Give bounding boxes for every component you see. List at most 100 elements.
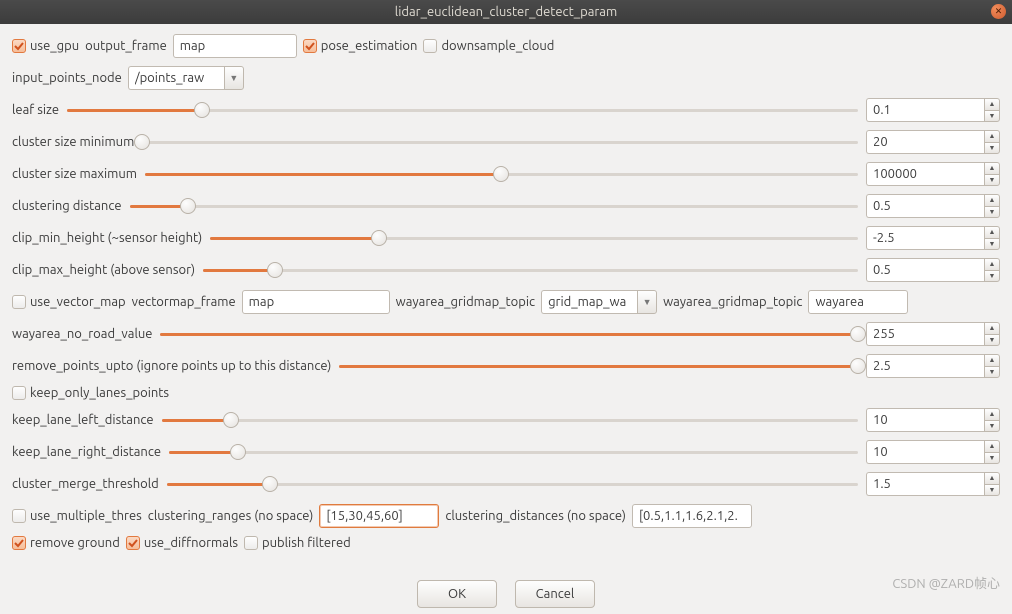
slider1-0-label: leaf size xyxy=(12,103,59,117)
slider1-2-spin[interactable]: ▲▼ xyxy=(866,162,1000,186)
input-points-input[interactable] xyxy=(128,66,224,90)
cancel-button[interactable]: Cancel xyxy=(515,580,595,608)
slider1-0-spin[interactable]: ▲▼ xyxy=(866,98,1000,122)
wayarea-gridmap-topic-label: wayarea_gridmap_topic xyxy=(396,295,535,309)
slider2-0-slider[interactable] xyxy=(160,326,858,342)
slider1-4-value[interactable] xyxy=(866,226,984,250)
output-frame-label: output_frame xyxy=(85,39,167,53)
slider3-1-value[interactable] xyxy=(866,440,984,464)
use-diffnormals-label: use_diffnormals xyxy=(144,536,238,550)
ok-button[interactable]: OK xyxy=(417,580,497,608)
slider1-5-slider[interactable] xyxy=(203,262,858,278)
slider1-4-spin[interactable]: ▲▼ xyxy=(866,226,1000,250)
caret-up-icon[interactable]: ▲ xyxy=(984,98,1000,110)
wayarea-gridmap-topic-combo[interactable]: ▼ xyxy=(541,290,657,314)
use-multiple-thres-checkbox[interactable]: use_multiple_thres xyxy=(12,509,142,523)
slider3-1-slider[interactable] xyxy=(169,444,858,460)
use-gpu-label: use_gpu xyxy=(30,39,79,53)
slider1-3-value[interactable] xyxy=(866,194,984,218)
clustering-distances-input[interactable] xyxy=(632,504,752,528)
wayarea-gridmap-topic2-input[interactable] xyxy=(808,290,908,314)
pose-estimation-checkbox[interactable]: pose_estimation xyxy=(303,39,418,53)
downsample-cloud-checkbox[interactable]: downsample_cloud xyxy=(423,39,554,53)
use-vector-map-label: use_vector_map xyxy=(30,295,126,309)
close-icon[interactable]: ✕ xyxy=(991,4,1006,19)
slider3-0-slider[interactable] xyxy=(162,412,858,428)
caret-up-icon[interactable]: ▲ xyxy=(984,194,1000,206)
slider1-3-slider[interactable] xyxy=(130,198,858,214)
remove-ground-checkbox[interactable]: remove ground xyxy=(12,536,120,550)
vectormap-frame-input[interactable] xyxy=(242,290,390,314)
output-frame-input[interactable] xyxy=(173,34,297,58)
slider1-1-value[interactable] xyxy=(866,130,984,154)
slider1-2-value[interactable] xyxy=(866,162,984,186)
caret-up-icon[interactable]: ▲ xyxy=(984,472,1000,484)
clustering-distances-label: clustering_distances (no space) xyxy=(445,509,626,523)
slider1-1-spin[interactable]: ▲▼ xyxy=(866,130,1000,154)
slider2-0-spin[interactable]: ▲▼ xyxy=(866,322,1000,346)
wayarea-gridmap-topic-input[interactable] xyxy=(541,290,637,314)
keep-only-lanes-checkbox[interactable]: keep_only_lanes_points xyxy=(12,386,169,400)
caret-down-icon[interactable]: ▼ xyxy=(984,238,1000,251)
slider3-1-label: keep_lane_right_distance xyxy=(12,445,161,459)
use-gpu-checkbox[interactable]: use_gpu xyxy=(12,39,79,53)
slider3-2-slider[interactable] xyxy=(167,476,858,492)
use-diffnormals-checkbox[interactable]: use_diffnormals xyxy=(126,536,238,550)
caret-down-icon[interactable]: ▼ xyxy=(984,174,1000,187)
caret-down-icon[interactable]: ▼ xyxy=(984,142,1000,155)
caret-down-icon[interactable]: ▼ xyxy=(984,484,1000,497)
caret-down-icon[interactable]: ▼ xyxy=(984,452,1000,465)
window-title: lidar_euclidean_cluster_detect_param xyxy=(395,5,617,19)
slider3-0-spin[interactable]: ▲▼ xyxy=(866,408,1000,432)
slider1-3-spin[interactable]: ▲▼ xyxy=(866,194,1000,218)
chevron-down-icon[interactable]: ▼ xyxy=(637,290,657,314)
publish-filtered-label: publish filtered xyxy=(262,536,351,550)
slider2-1-slider[interactable] xyxy=(339,358,858,374)
caret-down-icon[interactable]: ▼ xyxy=(984,366,1000,379)
caret-up-icon[interactable]: ▲ xyxy=(984,440,1000,452)
caret-up-icon[interactable]: ▲ xyxy=(984,354,1000,366)
clustering-ranges-input[interactable] xyxy=(319,504,439,528)
wayarea-gridmap-topic2-label: wayarea_gridmap_topic xyxy=(663,295,802,309)
input-points-combo[interactable]: ▼ xyxy=(128,66,244,90)
watermark: CSDN @ZARD帧心 xyxy=(892,573,1000,592)
caret-down-icon[interactable]: ▼ xyxy=(984,420,1000,433)
caret-up-icon[interactable]: ▲ xyxy=(984,130,1000,142)
slider1-1-label: cluster size minimum xyxy=(12,135,134,149)
caret-down-icon[interactable]: ▼ xyxy=(984,206,1000,219)
slider2-1-spin[interactable]: ▲▼ xyxy=(866,354,1000,378)
caret-up-icon[interactable]: ▲ xyxy=(984,322,1000,334)
slider2-1-value[interactable] xyxy=(866,354,984,378)
caret-up-icon[interactable]: ▲ xyxy=(984,162,1000,174)
slider3-0-value[interactable] xyxy=(866,408,984,432)
slider3-1-spin[interactable]: ▲▼ xyxy=(866,440,1000,464)
caret-up-icon[interactable]: ▲ xyxy=(984,226,1000,238)
use-vector-map-checkbox[interactable]: use_vector_map xyxy=(12,295,126,309)
slider3-2-value[interactable] xyxy=(866,472,984,496)
form: use_gpu output_frame pose_estimation dow… xyxy=(0,24,1012,614)
slider3-0-label: keep_lane_left_distance xyxy=(12,413,154,427)
clustering-ranges-label: clustering_ranges (no space) xyxy=(148,509,314,523)
caret-up-icon[interactable]: ▲ xyxy=(984,258,1000,270)
pose-estimation-label: pose_estimation xyxy=(321,39,418,53)
slider1-0-value[interactable] xyxy=(866,98,984,122)
slider1-2-slider[interactable] xyxy=(145,166,858,182)
caret-down-icon[interactable]: ▼ xyxy=(984,110,1000,123)
slider1-1-slider[interactable] xyxy=(142,134,858,150)
slider1-4-slider[interactable] xyxy=(210,230,858,246)
caret-down-icon[interactable]: ▼ xyxy=(984,334,1000,347)
slider3-2-spin[interactable]: ▲▼ xyxy=(866,472,1000,496)
vectormap-frame-label: vectormap_frame xyxy=(132,295,236,309)
slider2-0-value[interactable] xyxy=(866,322,984,346)
slider1-2-label: cluster size maximum xyxy=(12,167,137,181)
slider1-5-label: clip_max_height (above sensor) xyxy=(12,263,195,277)
caret-down-icon[interactable]: ▼ xyxy=(984,270,1000,283)
caret-up-icon[interactable]: ▲ xyxy=(984,408,1000,420)
chevron-down-icon[interactable]: ▼ xyxy=(224,66,244,90)
slider1-5-spin[interactable]: ▲▼ xyxy=(866,258,1000,282)
slider2-1-label: remove_points_upto (ignore points up to … xyxy=(12,359,331,373)
slider1-5-value[interactable] xyxy=(866,258,984,282)
slider1-0-slider[interactable] xyxy=(67,102,858,118)
input-points-label: input_points_node xyxy=(12,71,122,85)
publish-filtered-checkbox[interactable]: publish filtered xyxy=(244,536,351,550)
